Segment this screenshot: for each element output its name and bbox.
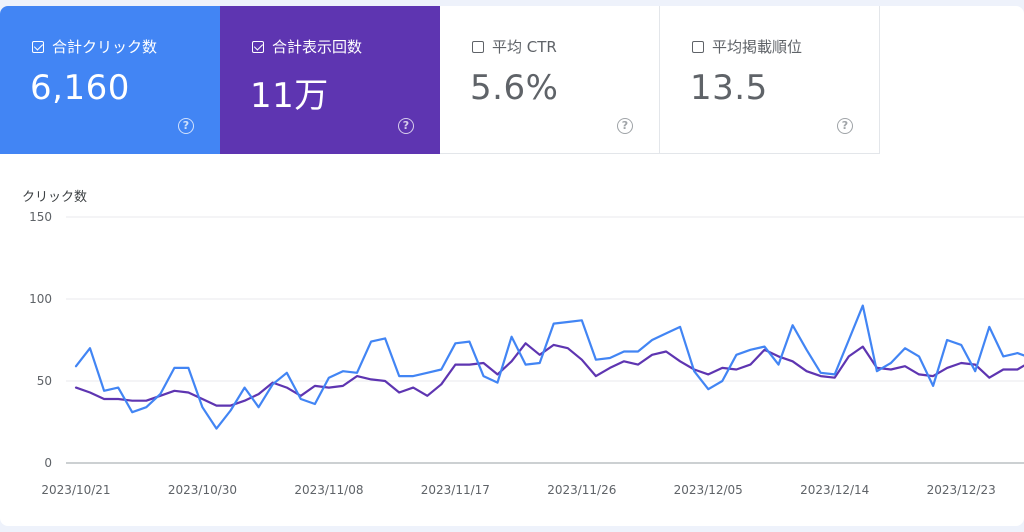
series-line-clicks (74, 304, 1024, 430)
y-tick-label: 0 (44, 456, 52, 470)
x-tick-label: 2023/10/21 (41, 483, 110, 497)
line-chart: 0 50 100 150 2023/10/21 2023/10/30 2023/11/08 2… (29, 210, 1024, 497)
x-tick-label: 2023/11/17 (421, 483, 490, 497)
x-tick-label: 2023/12/23 (927, 483, 996, 497)
series-line-impressions (74, 342, 1024, 407)
x-tick-label: 2023/10/30 (168, 483, 237, 497)
y-tick-label: 100 (29, 292, 52, 306)
y-tick-label: 50 (37, 374, 52, 388)
x-tick-label: 2023/11/08 (294, 483, 363, 497)
x-tick-label: 2023/12/05 (674, 483, 743, 497)
x-tick-label: 2023/12/14 (800, 483, 869, 497)
y-tick-label: 150 (29, 210, 52, 224)
x-tick-label: 2023/11/26 (547, 483, 616, 497)
performance-card: 合計クリック数 6,160 ? 合計表示回数 11万 ? 平均 CTR 5.6%… (0, 6, 1024, 526)
